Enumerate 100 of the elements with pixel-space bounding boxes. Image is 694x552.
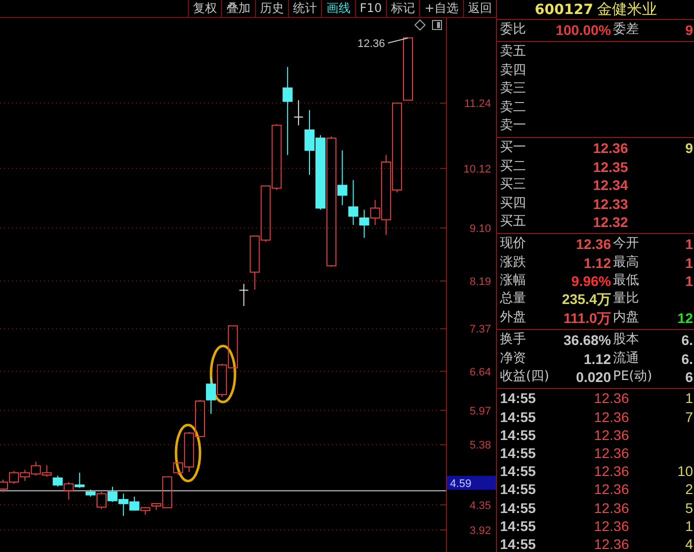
- tick-price: 12.36: [592, 426, 629, 444]
- field-value: 235.4万: [560, 290, 611, 309]
- field-value: 36.68%: [562, 331, 611, 350]
- bid-price: 12.34: [592, 176, 628, 195]
- bid-volume: 9: [684, 139, 694, 158]
- price-axis-label: 7.37: [470, 324, 491, 336]
- tick-time: 14:55: [499, 480, 537, 499]
- field-value: 6.: [680, 331, 694, 350]
- price-axis-label: 5.97: [470, 405, 491, 418]
- tick-time: 14:55: [499, 389, 537, 408]
- tick-volume: 10: [676, 462, 694, 480]
- field-value: 1: [684, 235, 694, 254]
- price-axis-label: 4.35: [470, 500, 491, 512]
- field-value: 1.12: [582, 254, 611, 272]
- price-axis-label: 8.19: [470, 276, 491, 288]
- tick-time: 14:55: [499, 444, 537, 462]
- candlestick: [272, 124, 282, 190]
- field-label: 最低: [612, 272, 640, 290]
- bid-price: 12.35: [592, 158, 628, 176]
- candlestick: [260, 185, 271, 242]
- field-label: 量比: [612, 290, 640, 308]
- tick-price: 12.36: [592, 516, 629, 535]
- tick-price: 12.36: [592, 444, 629, 462]
- field-label: 现价: [499, 235, 527, 254]
- candlestick: [107, 486, 118, 502]
- tick-volume: 1: [684, 516, 694, 535]
- toggle-icon[interactable]: [432, 20, 442, 30]
- field-label: 涨跌: [499, 254, 527, 272]
- current-price-marker: 4.59: [447, 476, 496, 490]
- field-label: 换手: [499, 331, 527, 350]
- field-label: 卖五: [499, 43, 527, 62]
- tick-volume: 1: [684, 389, 694, 408]
- field-value: 1: [684, 254, 694, 272]
- highlight-ellipse: [174, 424, 202, 482]
- tick-time: 14:55: [499, 516, 537, 535]
- highlight-ellipse: [210, 344, 236, 404]
- tick-volume: 7: [684, 408, 694, 426]
- field-label: 买五: [499, 212, 527, 231]
- tick-time: 14:55: [499, 408, 537, 426]
- bid-price: 12.36: [592, 139, 628, 158]
- diamond-icon[interactable]: [414, 19, 426, 31]
- stock-name: 金健米业: [597, 0, 658, 19]
- field-label: 买二: [499, 158, 527, 176]
- bid-price: 12.33: [592, 194, 628, 213]
- field-label: 流通: [612, 350, 640, 368]
- tick-time: 14:55: [499, 462, 537, 480]
- candlestick: [228, 325, 238, 368]
- bid-price: 12.32: [592, 212, 628, 232]
- field-label: 卖四: [499, 62, 527, 80]
- field-label: 外盘: [499, 308, 527, 327]
- tick-volume: 5: [684, 498, 694, 517]
- field-label: 卖二: [499, 98, 527, 117]
- tick-price: 12.36: [592, 389, 629, 408]
- field-value: 9: [684, 21, 694, 40]
- price-axis-label: 11.24: [464, 98, 491, 110]
- tick-time: 14:55: [499, 426, 537, 444]
- tick-price: 12.36: [592, 534, 629, 552]
- field-value: 1.12: [582, 350, 611, 368]
- candlestick: [403, 37, 413, 101]
- field-label: 内盘: [612, 308, 640, 327]
- candlestick: [206, 376, 216, 414]
- field-value: 1: [684, 272, 694, 290]
- tick-time: 14:55: [499, 498, 537, 517]
- field-label: 卖三: [499, 80, 527, 98]
- field-value: 6.: [680, 350, 694, 368]
- ref-line-label: 4.59: [450, 478, 472, 490]
- field-label: 买三: [499, 176, 527, 194]
- tick-price: 12.36: [592, 498, 629, 517]
- tick-price: 12.36: [592, 408, 629, 426]
- stock-code: 600127: [534, 2, 594, 18]
- field-label: 收益(四): [499, 368, 550, 386]
- field-label: 今开: [612, 235, 640, 254]
- field-value: 100.00%: [554, 21, 611, 40]
- price-axis-label: 9.10: [470, 222, 491, 235]
- price-axis-label: 5.38: [470, 440, 491, 452]
- price-axis-label: 3.92: [470, 524, 491, 537]
- candlestick: [8, 470, 19, 484]
- field-value: 6: [684, 368, 694, 386]
- field-value: 9.96%: [570, 272, 611, 290]
- field-label: 净资: [499, 350, 527, 368]
- price-label: 12.36: [357, 38, 385, 50]
- tick-volume: 4: [684, 534, 694, 552]
- field-label: 委比: [499, 21, 527, 39]
- field-value: 111.0万: [562, 308, 611, 328]
- candlestick: [20, 469, 30, 482]
- field-value: 12.36: [574, 235, 611, 254]
- candlestick: [195, 399, 206, 438]
- tick-volume: 2: [684, 480, 694, 499]
- field-label: 买一: [499, 139, 527, 158]
- candlestick: [30, 461, 41, 476]
- tick-price: 12.36: [592, 480, 629, 499]
- candlestick: [216, 363, 227, 398]
- field-label: 涨幅: [499, 272, 527, 290]
- field-label: 总量: [499, 290, 527, 308]
- field-label: 股本: [612, 331, 640, 350]
- leader-line: [388, 38, 408, 44]
- tick-time: 14:55: [499, 534, 537, 552]
- field-value: 0.020: [574, 368, 611, 386]
- field-label: 最高: [612, 254, 640, 272]
- tick-price: 12.36: [592, 462, 629, 480]
